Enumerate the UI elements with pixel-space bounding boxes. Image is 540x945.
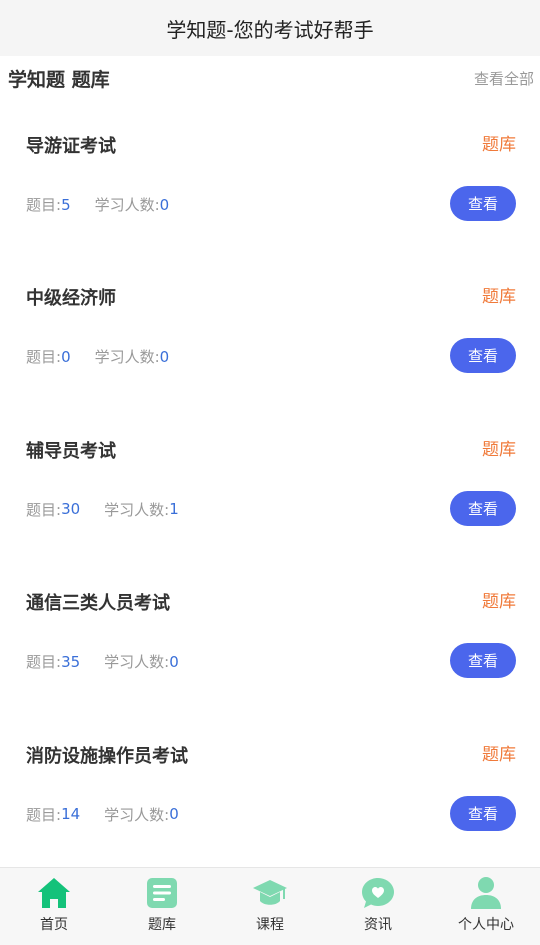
graduation-cap-icon — [253, 880, 287, 905]
learners-label: 学习人数: — [104, 653, 170, 672]
view-all-link[interactable]: 查看全部 — [474, 68, 534, 89]
questions-label: 题目: — [26, 500, 62, 519]
questions-count: 14 — [61, 805, 81, 824]
bank-card[interactable]: 导游证考试 题库 题目: 5 学习人数: 0 查看 — [0, 100, 540, 252]
learners-count: 0 — [159, 347, 170, 366]
view-button[interactable]: 查看 — [450, 795, 516, 831]
bank-stats: 题目: 14 学习人数: 0 — [26, 804, 203, 825]
bank-card[interactable]: 辅导员考试 题库 题目: 30 学习人数: 1 查看 — [0, 405, 540, 557]
questions-label: 题目: — [26, 805, 62, 824]
tab-label: 资讯 — [364, 917, 392, 933]
section-header: 学知题 题库 查看全部 — [0, 56, 540, 100]
bank-card[interactable]: 通信三类人员考试 题库 题目: 35 学习人数: 0 查看 — [0, 557, 540, 709]
learners-count: 0 — [169, 805, 179, 824]
questions-label: 题目: — [26, 196, 62, 214]
list-icon — [147, 878, 177, 908]
tab-label: 课程 — [256, 917, 284, 933]
questions-count: 5 — [61, 195, 71, 214]
bank-name: 消防设施操作员考试 — [26, 745, 188, 767]
app-title: 学知题-您的考试好帮手 — [166, 17, 374, 42]
view-button[interactable]: 查看 — [450, 490, 516, 526]
learners-label: 学习人数: — [94, 196, 160, 214]
view-button[interactable]: 查看 — [450, 643, 516, 679]
bank-tag: 题库 — [482, 439, 516, 460]
questions-count: 0 — [61, 347, 71, 366]
bank-card[interactable]: 中级经济师 题库 题目: 0 学习人数: 0 查看 — [0, 252, 540, 404]
learners-count: 0 — [169, 652, 179, 671]
questions-label: 题目: — [26, 653, 62, 672]
bank-tag: 题库 — [482, 287, 516, 308]
bank-stats: 题目: 5 学习人数: 0 — [26, 194, 193, 215]
question-bank-list: 导游证考试 题库 题目: 5 学习人数: 0 查看 中级经济师 题库 题目: 0… — [0, 100, 540, 862]
view-button[interactable]: 查看 — [450, 186, 516, 221]
tab-courses[interactable]: 课程 — [216, 868, 324, 945]
questions-count: 35 — [61, 652, 81, 671]
learners-count: 0 — [159, 195, 170, 214]
questions-count: 30 — [61, 500, 81, 519]
section-title: 学知题 题库 — [8, 68, 110, 91]
questions-label: 题目: — [26, 348, 62, 367]
bank-stats: 题目: 30 学习人数: 1 — [26, 499, 203, 520]
bank-stats: 题目: 35 学习人数: 0 — [26, 651, 203, 672]
bank-card[interactable]: 消防设施操作员考试 题库 题目: 14 学习人数: 0 查看 — [0, 710, 540, 862]
bank-tag: 题库 — [482, 135, 516, 155]
home-icon — [38, 878, 70, 908]
learners-label: 学习人数: — [104, 805, 170, 824]
app-title-bar: 学知题-您的考试好帮手 — [0, 0, 540, 56]
bank-stats: 题目: 0 学习人数: 0 — [26, 346, 193, 367]
learners-count: 1 — [169, 500, 179, 519]
tab-label: 首页 — [40, 917, 68, 933]
bank-name: 导游证考试 — [26, 136, 116, 157]
tab-label: 题库 — [148, 917, 176, 933]
view-button[interactable]: 查看 — [450, 338, 516, 374]
tab-question-bank[interactable]: 题库 — [108, 868, 216, 945]
bank-tag: 题库 — [482, 592, 516, 613]
tab-profile[interactable]: 个人中心 — [432, 868, 540, 945]
tab-news[interactable]: 资讯 — [324, 868, 432, 945]
tab-label: 个人中心 — [458, 917, 514, 933]
user-icon — [471, 877, 501, 909]
bank-name: 通信三类人员考试 — [26, 593, 170, 615]
bank-name: 中级经济师 — [26, 288, 116, 310]
bottom-tab-bar: 首页 题库 课程 资讯 个人中心 — [0, 867, 540, 945]
tab-home[interactable]: 首页 — [0, 868, 108, 945]
learners-label: 学习人数: — [94, 348, 160, 367]
learners-label: 学习人数: — [104, 500, 170, 519]
bank-name: 辅导员考试 — [26, 440, 116, 462]
bank-tag: 题库 — [482, 744, 516, 765]
heart-chat-icon — [362, 878, 394, 908]
